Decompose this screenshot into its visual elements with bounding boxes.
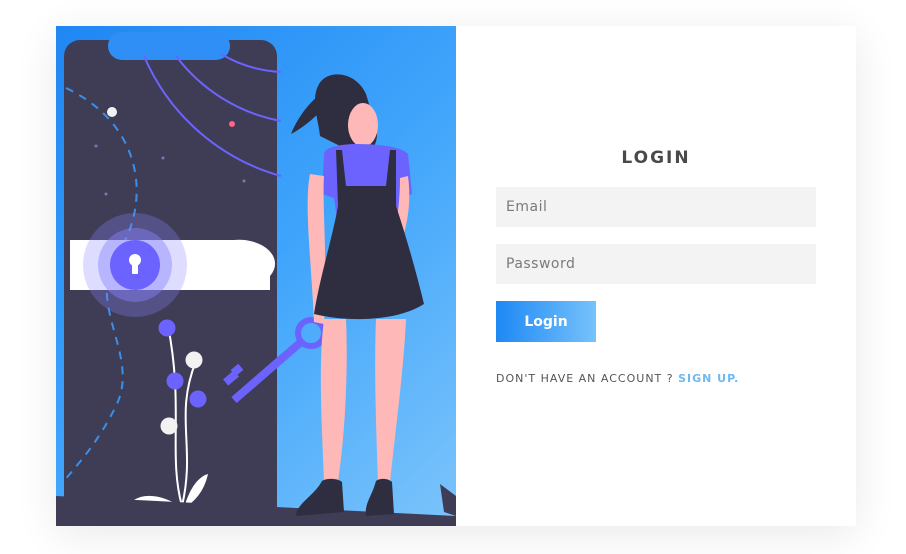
login-card: LOGIN Login DON'T HAVE AN ACCOUNT ? SIGN… (56, 26, 856, 526)
star-dot (161, 156, 165, 160)
signup-prompt-text: DON'T HAVE AN ACCOUNT ? (496, 372, 679, 385)
woman-figure (291, 74, 424, 516)
email-field[interactable] (496, 187, 816, 227)
illustration-svg (56, 32, 456, 526)
signup-link[interactable]: SIGN UP. (678, 372, 739, 385)
password-field[interactable] (496, 244, 816, 284)
login-form: LOGIN Login DON'T HAVE AN ACCOUNT ? SIGN… (456, 26, 856, 526)
login-illustration (56, 26, 456, 526)
phone-notch (108, 32, 230, 60)
login-title: LOGIN (621, 148, 691, 168)
star-dot (104, 192, 108, 196)
star-dot (94, 144, 98, 148)
signup-prompt: DON'T HAVE AN ACCOUNT ? SIGN UP. (496, 372, 739, 385)
ground-spike (440, 484, 456, 516)
login-button[interactable]: Login (496, 301, 596, 342)
pink-dot (229, 121, 235, 127)
star-dot (242, 179, 246, 183)
white-dot (107, 107, 117, 117)
